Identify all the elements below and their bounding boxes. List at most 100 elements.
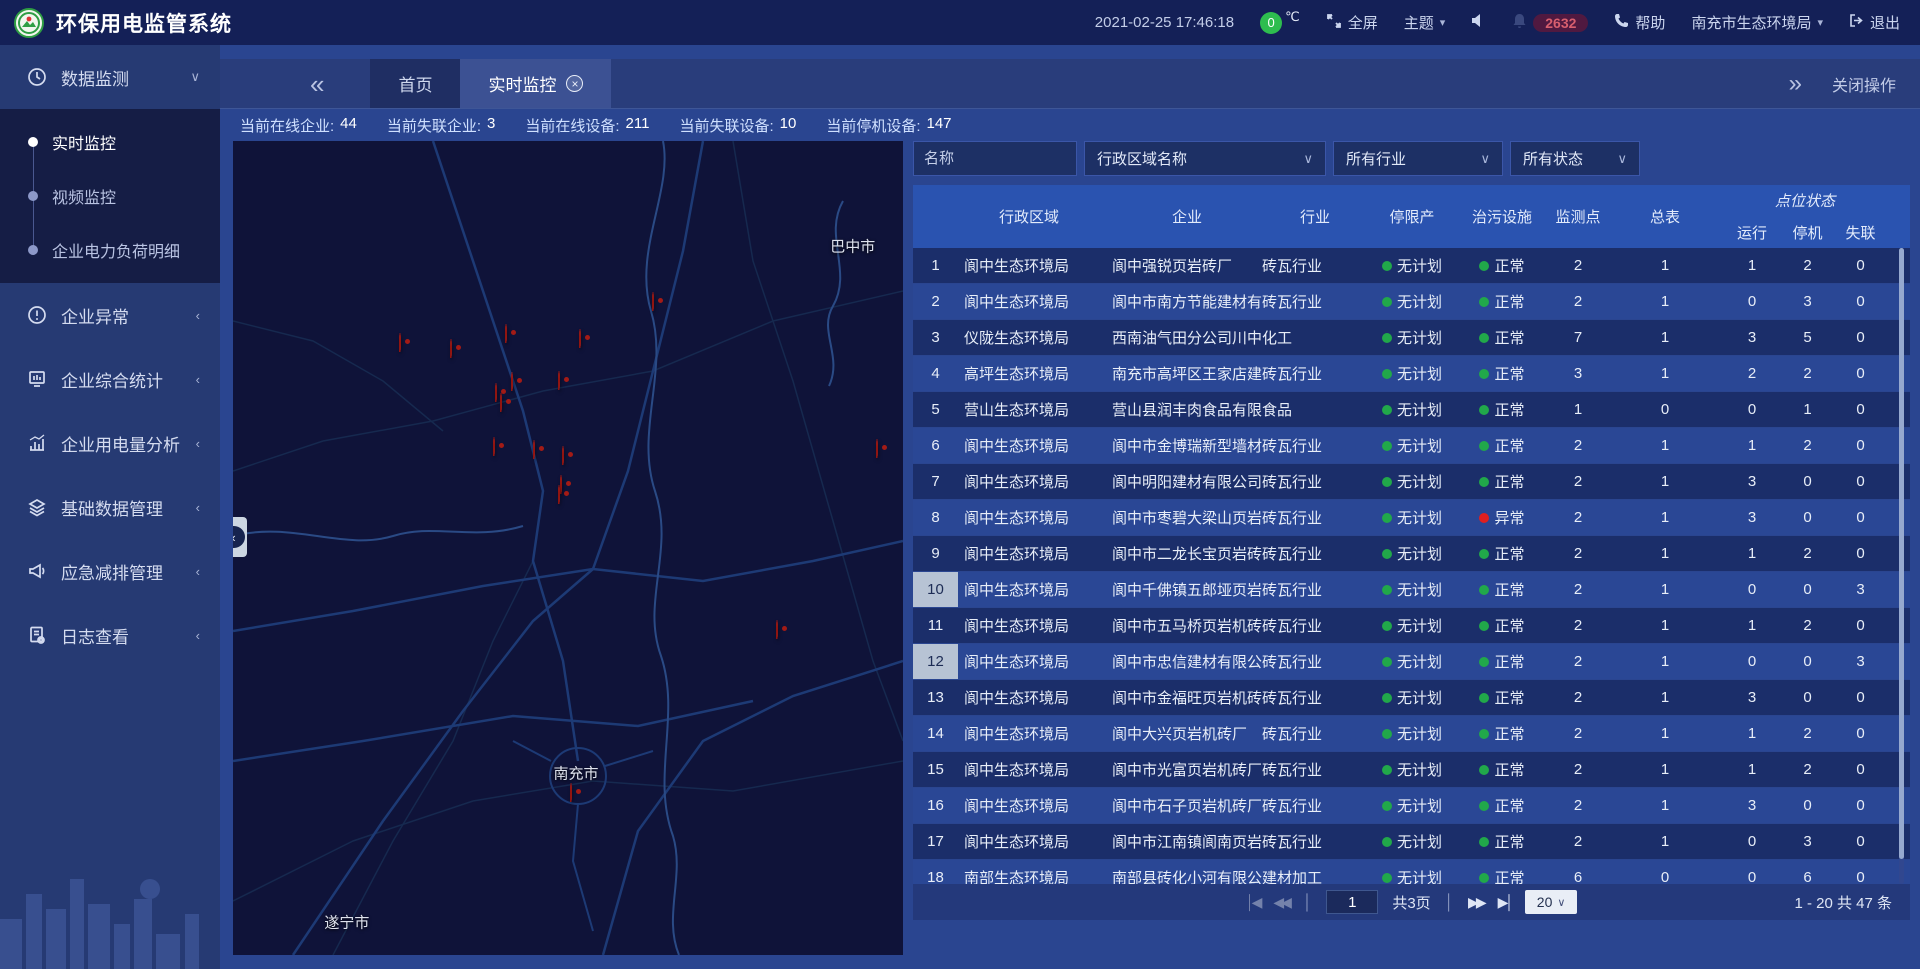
table-scrollbar[interactable] (1899, 248, 1904, 884)
table-row[interactable]: 3仪陇生态环境局西南油气田分公司川中化工无计划正常71350 (913, 320, 1910, 355)
cell-industry: 砖瓦行业 (1262, 500, 1368, 535)
help-button[interactable]: 帮助 (1614, 12, 1665, 33)
table-row[interactable]: 15阆中生态环境局阆中市光富页岩机砖厂砖瓦行业无计划正常21120 (913, 752, 1910, 787)
close-tab-icon[interactable]: × (566, 75, 583, 92)
cell-limit-production: 无计划 (1368, 788, 1456, 823)
table-row[interactable]: 7阆中生态环境局阆中明阳建材有限公司砖瓦行业无计划正常21300 (913, 464, 1910, 499)
first-page-icon[interactable]: │◀ (1246, 894, 1260, 911)
table-row[interactable]: 4高坪生态环境局南充市高坪区王家店建砖瓦行业无计划正常31220 (913, 356, 1910, 391)
limit-label: 无计划 (1397, 399, 1442, 420)
map-marker-icon[interactable] (399, 334, 417, 358)
tab-home[interactable]: 首页 (370, 59, 460, 108)
cell-total-meters: 1 (1608, 356, 1722, 391)
notifications-button[interactable]: 2632 (1512, 13, 1588, 33)
cell-running: 0 (1722, 644, 1782, 679)
cell-running: 1 (1722, 752, 1782, 787)
pin-shape (652, 292, 654, 311)
fullscreen-button[interactable]: 全屏 (1326, 12, 1378, 33)
map-marker-icon[interactable] (505, 325, 523, 349)
map-marker-icon[interactable] (570, 784, 588, 808)
cell-region: 阆中生态环境局 (958, 464, 1100, 499)
table-row[interactable]: 10阆中生态环境局阆中千佛镇五郎垭页岩砖瓦行业无计划正常21003 (913, 572, 1910, 607)
table-row[interactable]: 8阆中生态环境局阆中市枣碧大梁山页岩砖瓦行业无计划异常21300 (913, 500, 1910, 535)
page-number-input[interactable]: 1 (1326, 890, 1378, 914)
previous-page-icon[interactable]: ◀◀ (1273, 894, 1289, 911)
stats-icon (27, 369, 48, 390)
stat-label: 当前在线设备: (525, 115, 619, 136)
sidebar-subitem-video-monitor[interactable]: 视频监控 (0, 169, 220, 223)
status-filter-select[interactable]: 所有状态 ∨ (1510, 141, 1640, 176)
map-marker-icon[interactable] (533, 441, 551, 465)
sidebar-item-log-view[interactable]: 日志查看‹ (0, 603, 220, 667)
limit-label: 无计划 (1397, 615, 1442, 636)
next-page-icon[interactable]: ▶▶ (1468, 894, 1484, 911)
last-page-icon[interactable]: ▶│ (1498, 894, 1512, 911)
cell-stopped: 2 (1782, 536, 1833, 571)
cell-region: 阆中生态环境局 (958, 500, 1100, 535)
sidebar-subitem-realtime-monitor[interactable]: 实时监控 (0, 115, 220, 169)
table-row[interactable]: 13阆中生态环境局阆中市金福旺页岩机砖砖瓦行业无计划正常21300 (913, 680, 1910, 715)
sidebar-item-enterprise-stats[interactable]: 企业综合统计‹ (0, 347, 220, 411)
collapse-map-button[interactable]: ‹ (233, 517, 247, 557)
cell-industry: 食品 (1262, 392, 1368, 427)
exit-button[interactable]: 退出 (1849, 12, 1900, 33)
page-size-select[interactable]: 20 ∨ (1525, 890, 1577, 914)
close-operations-button[interactable]: 关闭操作 (1832, 72, 1896, 96)
cell-industry: 砖瓦行业 (1262, 752, 1368, 787)
pagination-divider: │ (1445, 894, 1454, 911)
cell-total-meters: 1 (1608, 788, 1722, 823)
table-row[interactable]: 2阆中生态环境局阆中市南方节能建材有砖瓦行业无计划正常21030 (913, 284, 1910, 319)
map-marker-icon[interactable] (450, 340, 468, 364)
tab-realtime-monitor[interactable]: 实时监控× (460, 59, 611, 108)
sidebar-subitem-power-load-detail[interactable]: 企业电力负荷明细 (0, 223, 220, 277)
sidebar-item-power-usage-analysis[interactable]: 企业用电量分析‹ (0, 411, 220, 475)
status-dot (1479, 369, 1489, 379)
map-marker-icon[interactable] (493, 438, 511, 462)
table-row[interactable]: 18南部生态环境局南部县砖化小河有限公建材加工无计划正常60060 (913, 860, 1910, 884)
map-marker-icon[interactable] (500, 394, 518, 418)
cell-total-meters: 1 (1608, 752, 1722, 787)
sidebar-item-emergency-reduction[interactable]: 应急减排管理‹ (0, 539, 220, 603)
map-marker-icon[interactable] (876, 440, 894, 464)
cell-monitor-points: 2 (1548, 644, 1608, 679)
facility-label: 正常 (1494, 435, 1524, 456)
map-marker-icon[interactable] (558, 372, 576, 396)
cell-region: 阆中生态环境局 (958, 608, 1100, 643)
tabs-scroll-right-icon[interactable]: » (1789, 70, 1802, 98)
table-row[interactable]: 16阆中生态环境局阆中市石子页岩机砖厂砖瓦行业无计划正常21300 (913, 788, 1910, 823)
map-marker-icon[interactable] (776, 621, 794, 645)
org-dropdown[interactable]: 南充市生态环境局 ▾ (1691, 12, 1823, 33)
industry-filter-select[interactable]: 所有行业 ∨ (1333, 141, 1503, 176)
cell-limit-production: 无计划 (1368, 392, 1456, 427)
limit-label: 无计划 (1397, 579, 1442, 600)
map-marker-icon[interactable] (562, 447, 580, 471)
map-panel[interactable]: 巴中市南充市遂宁市 ‹ (233, 141, 903, 955)
table-row[interactable]: 17阆中生态环境局阆中市江南镇阆南页岩砖瓦行业无计划正常21030 (913, 824, 1910, 859)
table-row[interactable]: 5营山生态环境局营山县润丰肉食品有限食品无计划正常10010 (913, 392, 1910, 427)
stat-item: 当前在线企业:44 (240, 115, 357, 136)
tabs-scroll-left-icon[interactable]: « (310, 71, 324, 97)
sidebar-item-data-monitor[interactable]: 数据监测∨ (0, 45, 220, 109)
theme-dropdown[interactable]: 主题 ▾ (1404, 12, 1446, 33)
exit-label: 退出 (1870, 12, 1900, 33)
facility-label: 正常 (1494, 399, 1524, 420)
map-marker-icon[interactable] (558, 486, 576, 510)
region-filter-select[interactable]: 行政区域名称 ∨ (1084, 141, 1326, 176)
mute-button[interactable] (1471, 13, 1486, 32)
name-filter-input[interactable] (913, 141, 1077, 176)
sidebar-item-base-data-mgmt[interactable]: 基础数据管理‹ (0, 475, 220, 539)
theme-label: 主题 (1404, 12, 1434, 33)
table-row[interactable]: 1阆中生态环境局阆中强锐页岩砖厂砖瓦行业无计划正常21120 (913, 248, 1910, 283)
map-marker-icon[interactable] (652, 293, 670, 317)
app-title: 环保用电监管系统 (56, 8, 232, 38)
table-row[interactable]: 6阆中生态环境局阆中市金博瑞新型墙材砖瓦行业无计划正常21120 (913, 428, 1910, 463)
chevron-down-icon: ∨ (1303, 151, 1313, 167)
table-row[interactable]: 9阆中生态环境局阆中市二龙长宝页岩砖砖瓦行业无计划正常21120 (913, 536, 1910, 571)
map-marker-icon[interactable] (579, 330, 597, 354)
table-row[interactable]: 11阆中生态环境局阆中市五马桥页岩机砖砖瓦行业无计划正常21120 (913, 608, 1910, 643)
table-row[interactable]: 14阆中生态环境局阆中大兴页岩机砖厂砖瓦行业无计划正常21120 (913, 716, 1910, 751)
sidebar-item-enterprise-abnormal[interactable]: 企业异常‹ (0, 283, 220, 347)
status-dot (1479, 477, 1489, 487)
table-row[interactable]: 12阆中生态环境局阆中市忠信建材有限公砖瓦行业无计划正常21003 (913, 644, 1910, 679)
status-dot (1382, 405, 1392, 415)
